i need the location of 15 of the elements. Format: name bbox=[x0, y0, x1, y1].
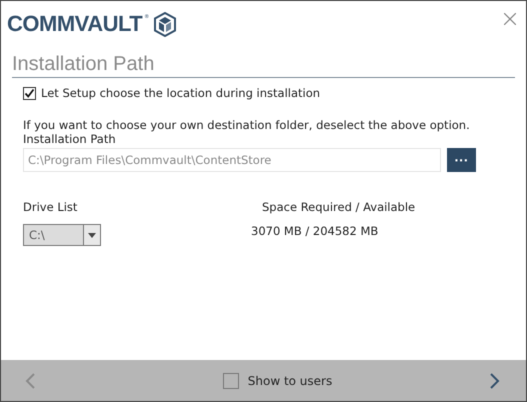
checkbox[interactable] bbox=[23, 86, 36, 100]
next-button[interactable] bbox=[490, 372, 500, 388]
checkbox[interactable] bbox=[222, 372, 239, 388]
field-label: Space Required / Available bbox=[262, 200, 416, 214]
space-value: 3070 MB / 204582 MB bbox=[251, 224, 380, 238]
cube-logo-icon bbox=[154, 12, 176, 36]
page-title: Installation Path bbox=[12, 53, 515, 78]
checkbox-label: Let Setup choose the location during installation bbox=[41, 86, 320, 100]
checkbox-label: Show to users bbox=[248, 374, 332, 388]
field-label: Drive List bbox=[23, 200, 78, 214]
caret-icon bbox=[88, 232, 96, 238]
logo-text: COMMVAULT bbox=[7, 11, 142, 37]
field-label: Installation Path bbox=[23, 132, 117, 146]
close-button[interactable] bbox=[504, 13, 516, 28]
hint-text: If you want to choose your own destination folder, deselect the above option. bbox=[23, 118, 471, 132]
